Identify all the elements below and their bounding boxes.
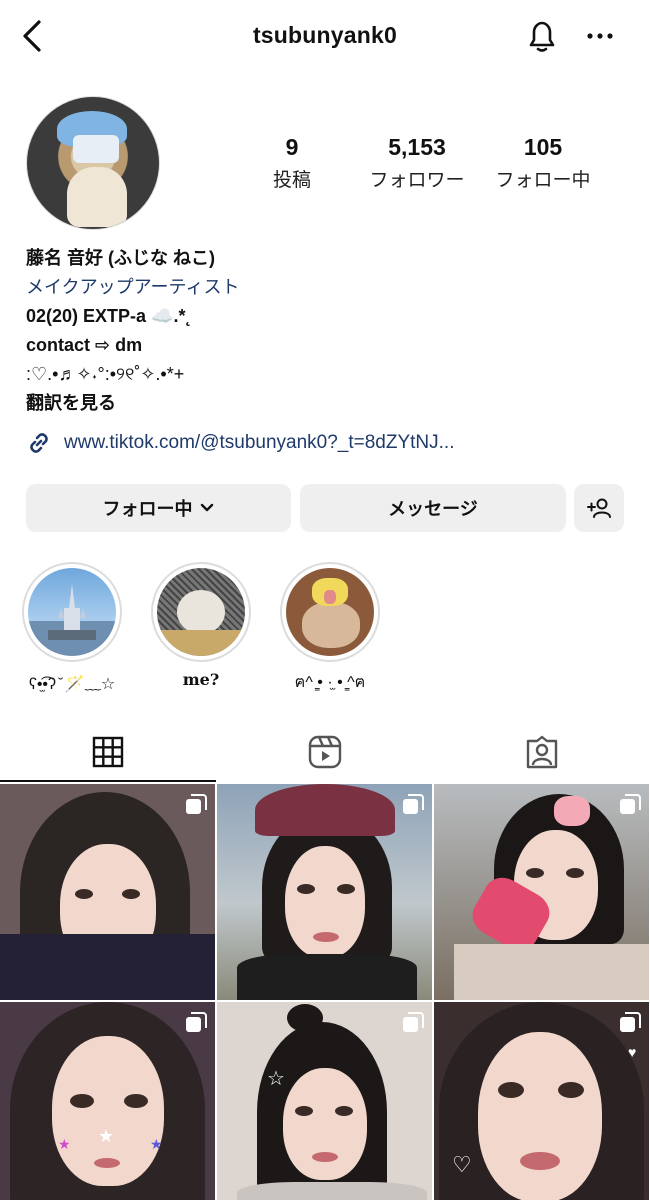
highlight-ring [22,562,122,662]
multiple-photos-icon [620,1012,641,1032]
story-highlight[interactable]: ฅ^ ̳• ·̫ • ̳^ฅ [280,562,380,695]
more-options-button[interactable] [580,16,620,56]
highlight-ring [151,562,251,662]
link-icon [30,433,48,453]
suggested-users-button[interactable] [574,484,624,532]
multiple-photos-icon [403,794,424,814]
stat-followers-count: 5,153 [388,134,446,160]
highlight-caption: me? [182,670,220,689]
highlight-caption: ฅ^ ̳• ·̫ • ̳^ฅ [294,674,366,691]
multiple-photos-icon [403,1012,424,1032]
multiple-photos-icon [620,794,641,814]
post-thumbnail[interactable]: ★ ★ ★ [0,1002,215,1200]
highlight-cat-hat-image [286,568,374,656]
bio-line-1: 02(20) EXTP-a ☁️.*˛ [26,306,192,326]
translate-link[interactable]: 翻訳を見る [26,389,626,418]
post-thumbnail[interactable]: ☆ [217,1002,432,1200]
stat-following-label: フォロー中 [495,170,591,191]
post-thumbnail[interactable] [0,784,215,1000]
highlight-ring [280,562,380,662]
message-button-label: メッセージ [388,499,478,519]
top-bar: tsubunyank0 [0,0,650,72]
bio-line-2: contact ⇨ dm [26,335,143,355]
profile-tabs [0,722,650,782]
stat-posts-count: 9 [285,134,299,160]
bio-line-3: :♡.•♬✧˖°:•୨୧˚✧.•*+ [26,364,185,384]
tab-posts-grid[interactable] [0,722,216,782]
notifications-button[interactable] [520,16,564,56]
grid-icon [92,736,124,768]
chevron-down-icon [200,503,213,512]
multiple-photos-icon [186,1012,207,1032]
highlight-cat-net-image [157,568,245,656]
stat-following-count: 105 [523,134,563,160]
stat-followers-label: フォロワー [369,170,465,191]
profile-bio: 藤名 音好 (ふじな ねこ) メイクアップアーティスト 02(20) EXTP-… [26,244,626,418]
profile-avatar[interactable] [26,96,160,230]
reels-icon [308,735,342,769]
post-thumbnail[interactable] [217,784,432,1000]
stat-posts[interactable]: 9 投稿 [227,134,357,192]
following-button-label: フォロー中 [102,499,193,519]
stat-posts-label: 投稿 [272,170,311,191]
bell-icon [529,21,555,52]
stat-following[interactable]: 105 フォロー中 [478,134,608,192]
tagged-person-icon [526,735,558,769]
stat-followers[interactable]: 5,153 フォロワー [352,134,482,192]
highlight-castle-image [28,568,116,656]
ellipsis-icon [587,33,613,39]
add-user-icon [587,498,611,518]
tab-tagged[interactable] [434,722,650,782]
avatar-mask [73,135,119,163]
highlight-caption: ʕ•̫͡•ʔ ̆ 🪄﹏☆ [28,676,116,693]
post-thumbnail[interactable]: ♡ ♥ [434,1002,649,1200]
castle-icon [48,584,96,640]
avatar-cat-body [67,167,127,227]
story-highlight[interactable]: ʕ•̫͡•ʔ ̆ 🪄﹏☆ [22,562,122,694]
tab-reels[interactable] [217,722,433,782]
following-button[interactable]: フォロー中 [26,484,291,532]
profile-link-text: www.tiktok.com/@tsubunyank0?_t=8dZYtNJ..… [64,432,455,453]
post-thumbnail[interactable] [434,784,649,1000]
story-highlight[interactable]: me? [151,562,251,689]
profile-display-name: 藤名 音好 (ふじな ねこ) [26,248,215,268]
multiple-photos-icon [186,794,207,814]
profile-category[interactable]: メイクアップアーティスト [26,273,626,302]
profile-link[interactable]: www.tiktok.com/@tsubunyank0?_t=8dZYtNJ..… [26,428,454,458]
message-button[interactable]: メッセージ [300,484,566,532]
